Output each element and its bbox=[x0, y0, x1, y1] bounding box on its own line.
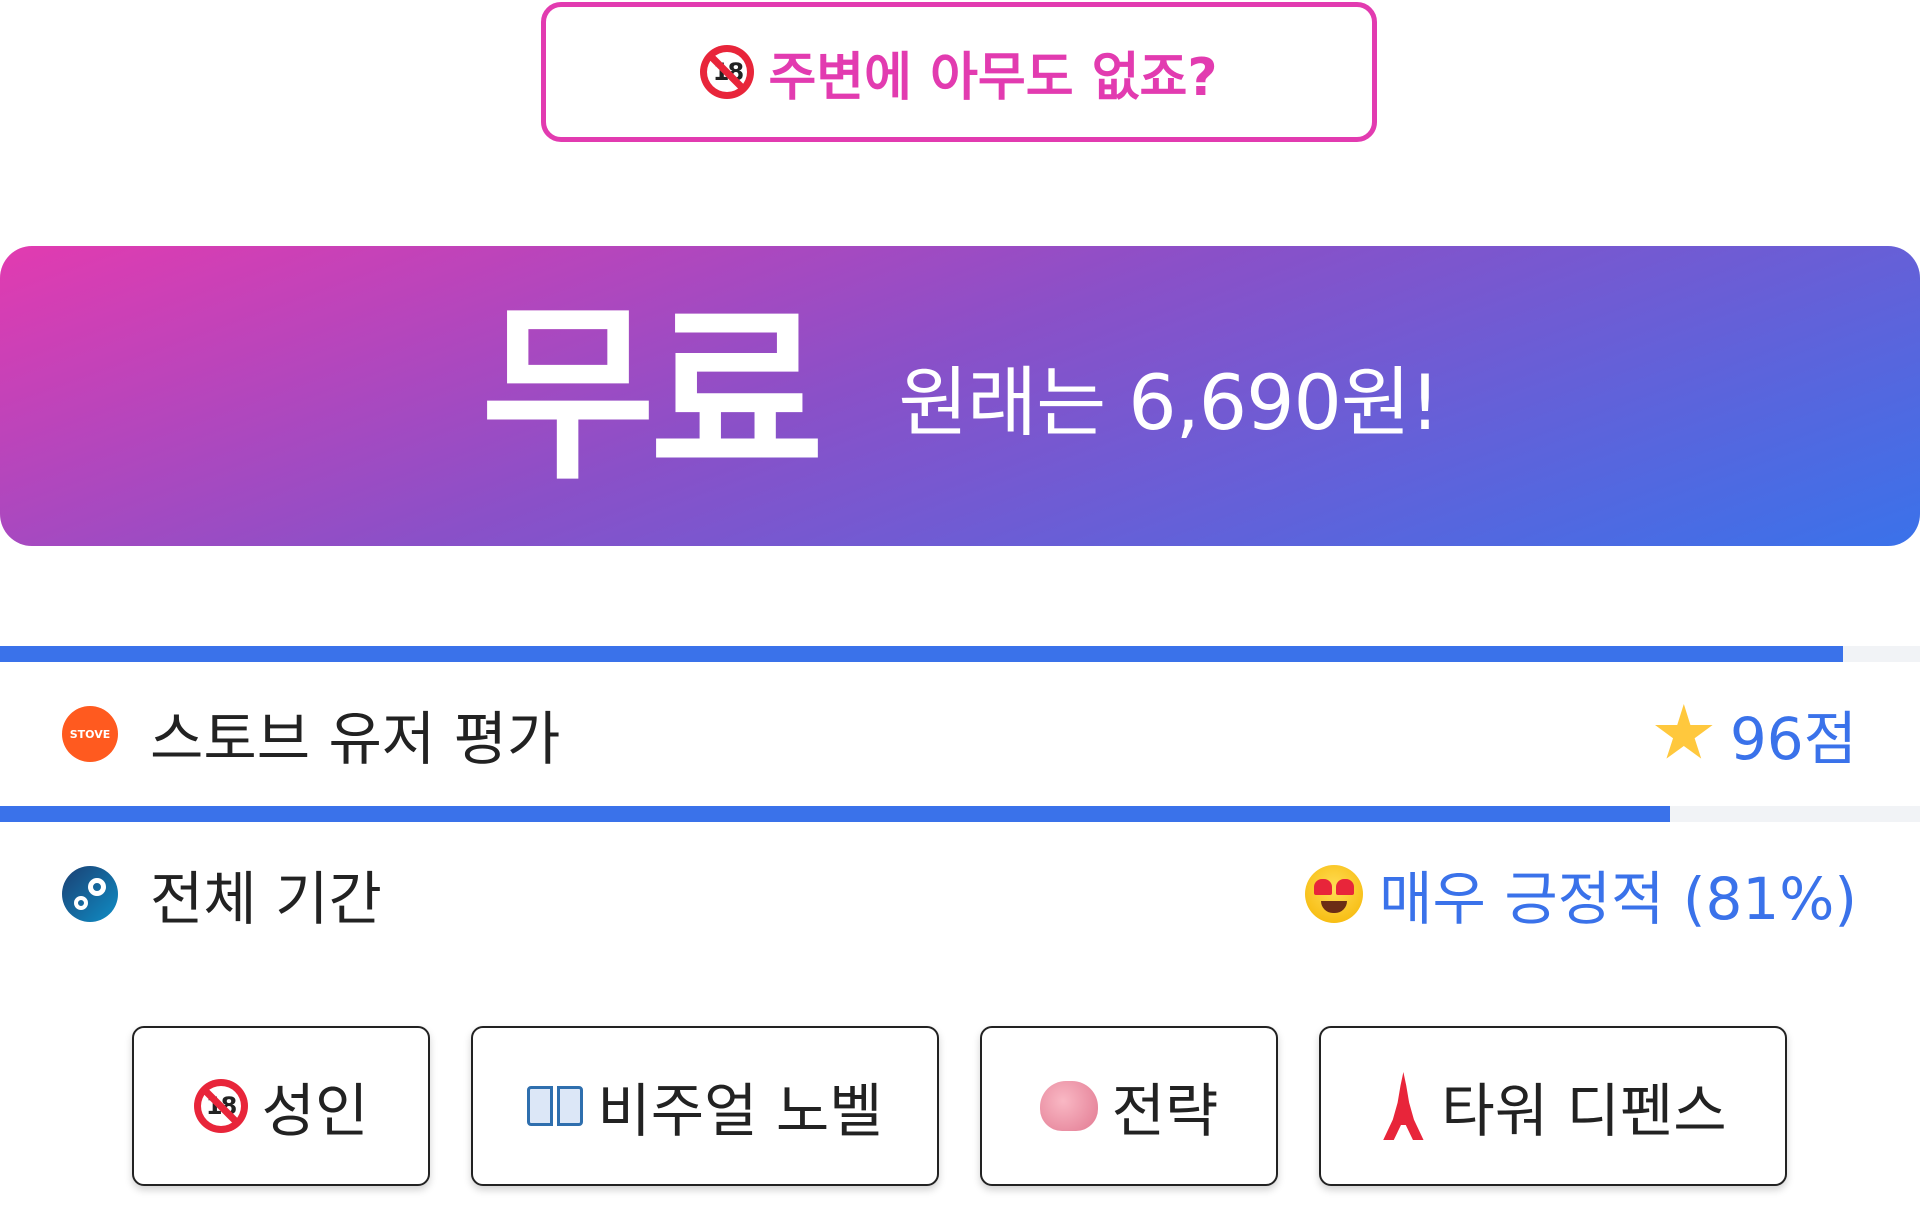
open-book-icon bbox=[527, 1086, 584, 1126]
tag-label: 성인 bbox=[261, 1077, 369, 1145]
tag-tower-defense[interactable]: 타워 디펜스 bbox=[1319, 1026, 1787, 1186]
no-under-18-icon: 18 bbox=[700, 45, 755, 99]
steam-rating-summary: 매우 긍정적 (81%) bbox=[1379, 865, 1857, 933]
heart-eyes-icon bbox=[1305, 865, 1364, 923]
tag-label: 비주얼 노벨 bbox=[597, 1077, 883, 1145]
tokyo-tower-icon bbox=[1383, 1072, 1424, 1140]
star-icon bbox=[1655, 704, 1713, 759]
tag-adult[interactable]: 18 성인 bbox=[132, 1026, 430, 1186]
brain-icon bbox=[1039, 1081, 1098, 1131]
stove-icon: STOVE bbox=[62, 706, 118, 762]
tag-strategy[interactable]: 전략 bbox=[980, 1026, 1278, 1186]
steam-rating-bar bbox=[0, 806, 1920, 822]
steam-rating-label: 전체 기간 bbox=[150, 865, 382, 933]
steam-rating-bar-fill bbox=[0, 806, 1671, 822]
steam-icon bbox=[62, 866, 118, 922]
steam-rating-row: 전체 기간 매우 긍정적 (81%) bbox=[0, 822, 1920, 966]
stove-rating-value: 96점 bbox=[1654, 692, 1857, 776]
stove-rating-score: 96점 bbox=[1729, 705, 1857, 773]
no-under-18-icon: 18 bbox=[193, 1079, 248, 1133]
tag-label: 타워 디펜스 bbox=[1441, 1077, 1727, 1145]
tag-label: 전략 bbox=[1111, 1077, 1219, 1145]
stove-rating-bar-fill bbox=[0, 646, 1844, 662]
steam-rating-value: 매우 긍정적 (81%) bbox=[1305, 852, 1857, 936]
original-price: 원래는 6,690원! bbox=[898, 358, 1440, 447]
adult-content-banner[interactable]: 18 주변에 아무도 없죠? bbox=[541, 2, 1377, 142]
stove-rating-bar bbox=[0, 646, 1920, 662]
price-card: 무료 원래는 6,690원! bbox=[0, 246, 1920, 546]
adult-banner-text: 주변에 아무도 없죠? bbox=[768, 47, 1218, 108]
stove-rating-row: STOVE 스토브 유저 평가 96점 bbox=[0, 662, 1920, 806]
price-main: 무료 bbox=[480, 285, 825, 506]
stove-rating-label: 스토브 유저 평가 bbox=[150, 705, 561, 773]
tag-visual-novel[interactable]: 비주얼 노벨 bbox=[471, 1026, 939, 1186]
